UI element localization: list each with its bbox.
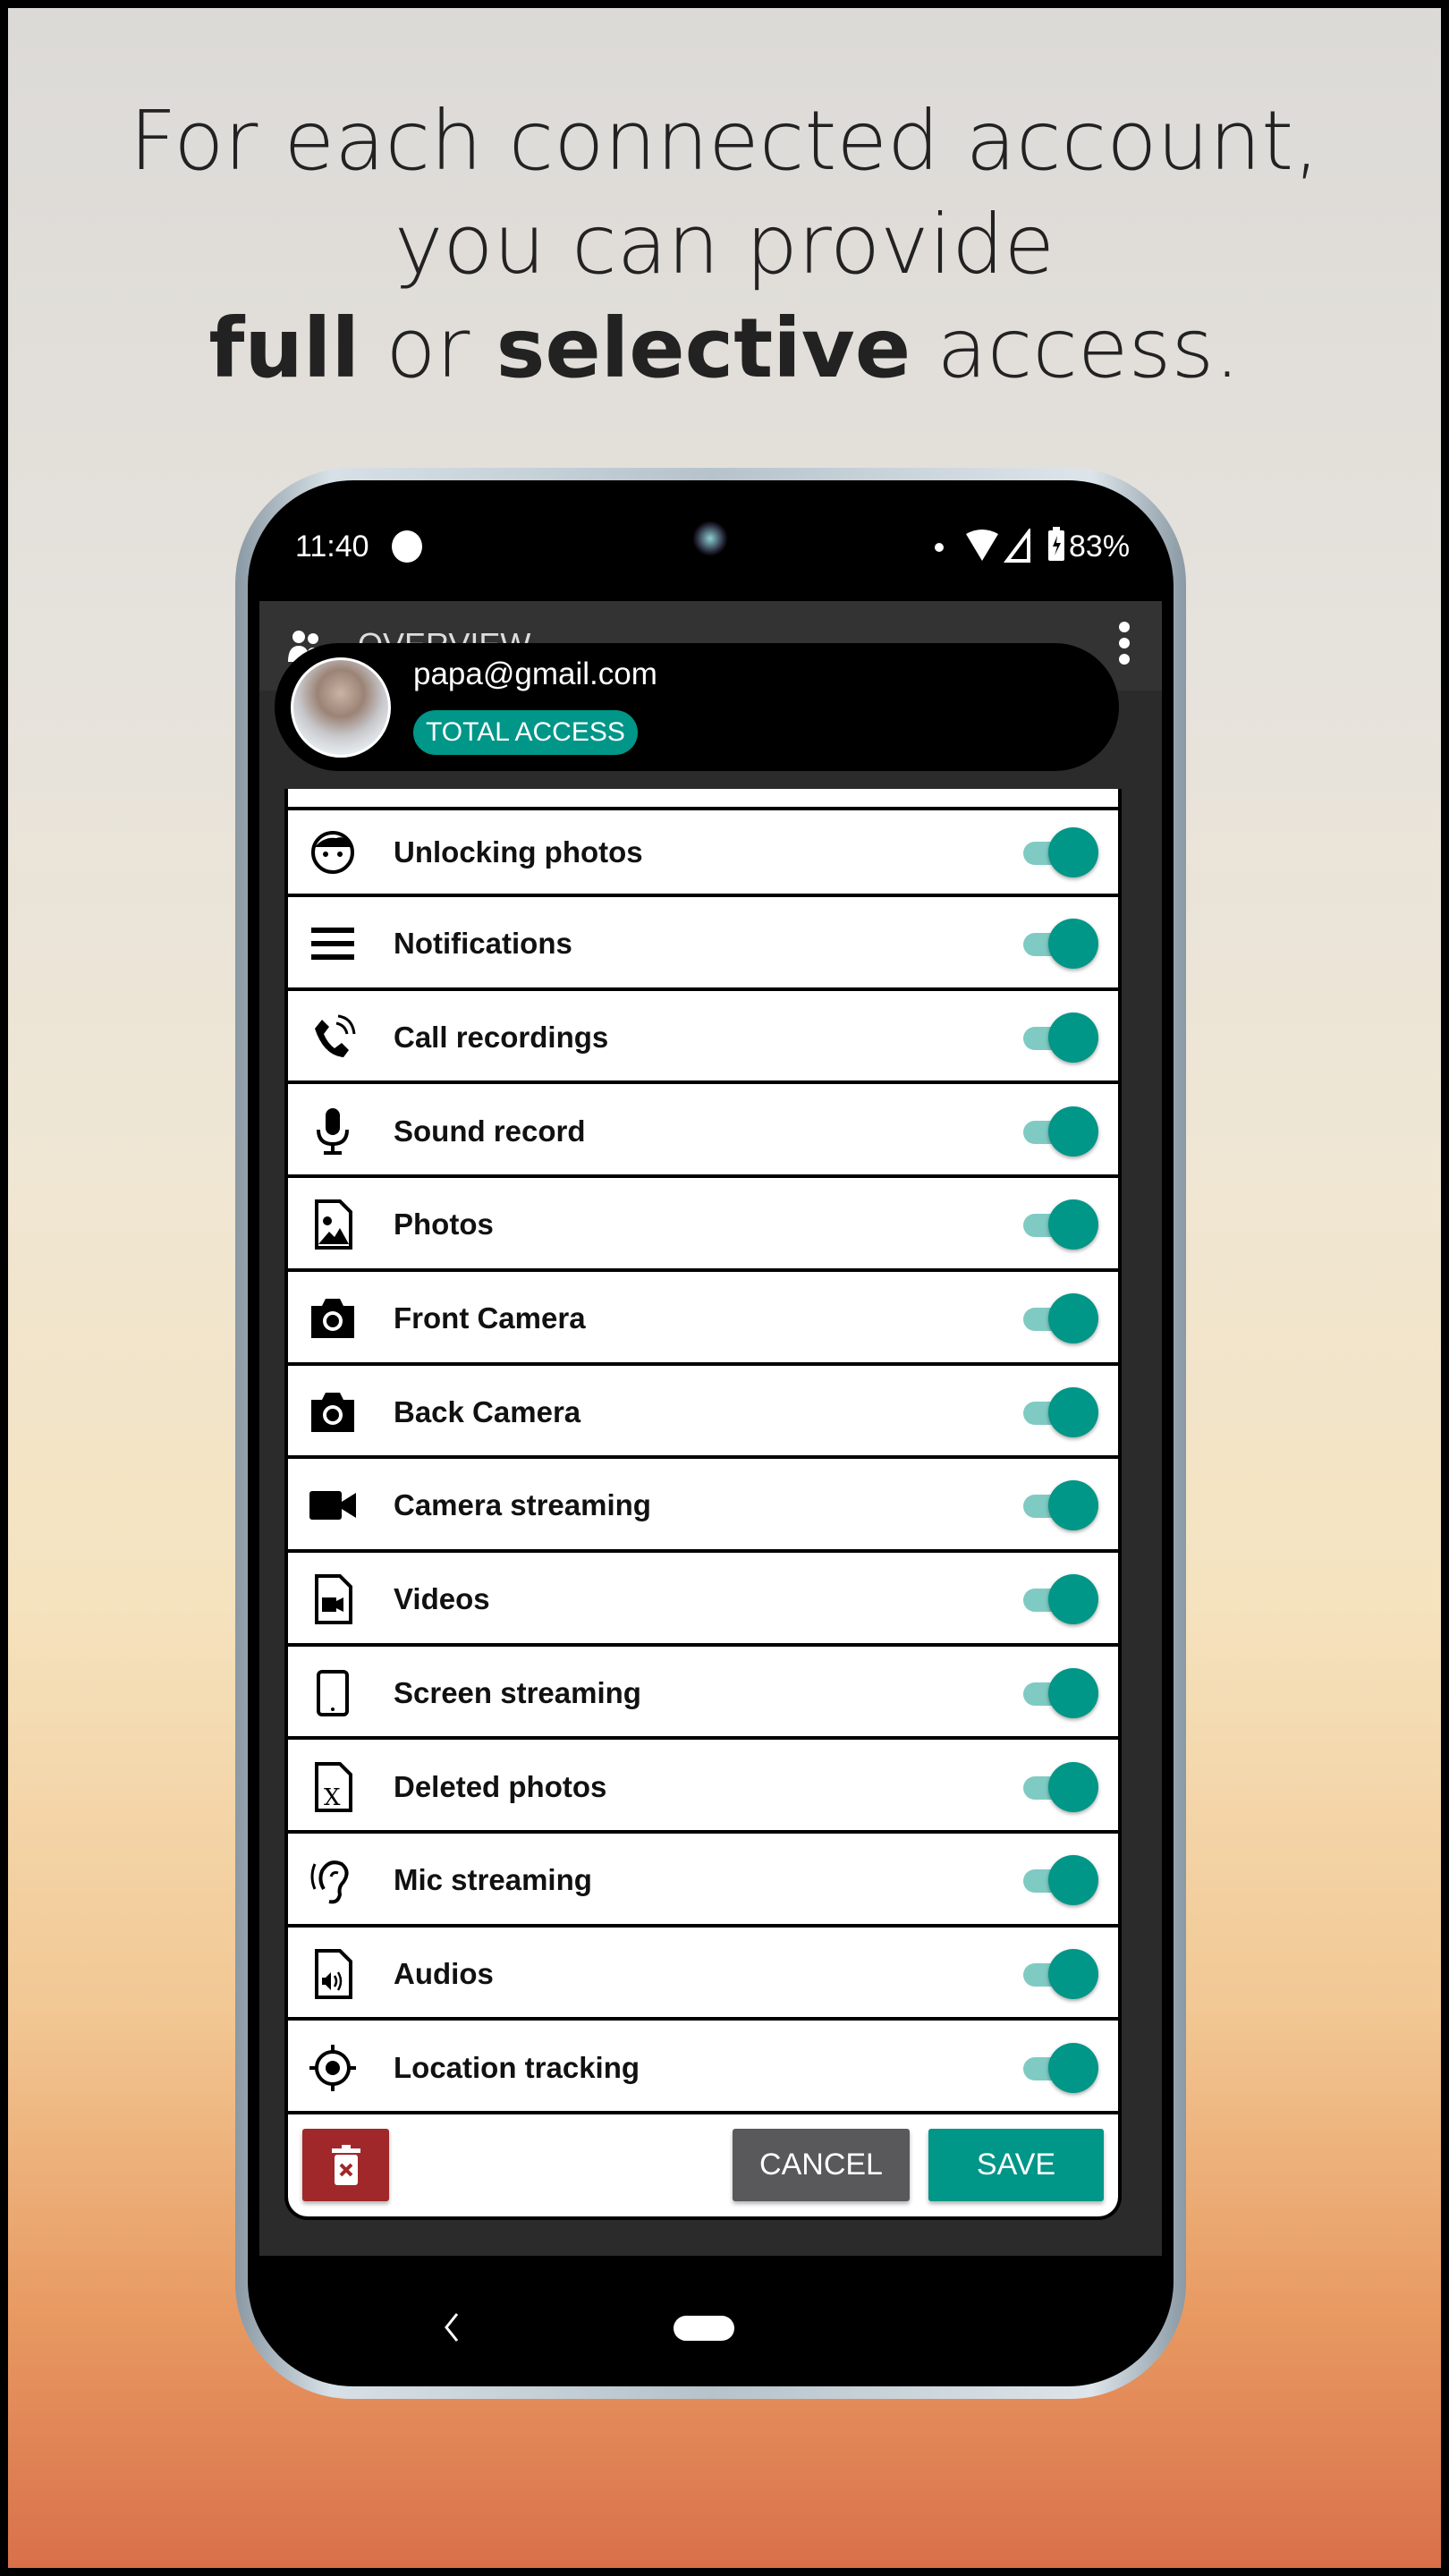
headline-or: or <box>359 301 496 396</box>
more-vert-icon[interactable] <box>1118 621 1131 665</box>
app-notification-icon <box>392 530 422 563</box>
permission-row: Notifications <box>288 901 1118 991</box>
headline-bold-full: full <box>208 301 360 396</box>
permission-toggle[interactable] <box>1023 1011 1098 1064</box>
video-file-icon <box>306 1572 360 1626</box>
permission-row: Front Camera <box>288 1275 1118 1366</box>
permission-label: Front Camera <box>394 1301 586 1335</box>
ear-icon <box>306 1853 360 1907</box>
account-header: papa@gmail.com TOTAL ACCESS <box>275 643 1119 771</box>
permission-row: Sound record <box>288 1088 1118 1179</box>
audio-file-icon <box>306 1947 360 2001</box>
permission-label: Notifications <box>394 927 572 961</box>
permission-row: Videos <box>288 1556 1118 1647</box>
permission-toggle[interactable] <box>1023 1760 1098 1814</box>
permission-label: Screen streaming <box>394 1675 641 1709</box>
crosshair-icon <box>306 2041 360 2095</box>
headline-end: access. <box>911 301 1241 396</box>
camera-icon <box>306 1292 360 1345</box>
status-time: 11:40 <box>295 530 369 564</box>
phone-screen: 11:40 83% OVERVIEW Unlocking photosNotif… <box>259 489 1162 2376</box>
back-icon[interactable] <box>443 2312 461 2343</box>
avatar <box>291 657 391 758</box>
permission-toggle[interactable] <box>1023 1105 1098 1158</box>
permission-toggle[interactable] <box>1023 826 1098 879</box>
permission-row: X Deleted photos <box>288 1743 1118 1834</box>
navigation-bar <box>259 2269 1162 2376</box>
permission-toggle[interactable] <box>1023 1198 1098 1251</box>
wifi-signal-icon <box>966 529 1030 563</box>
camera-icon <box>306 1385 360 1439</box>
permission-row: Photos <box>288 1182 1118 1272</box>
permission-label: Back Camera <box>394 1394 581 1428</box>
account-email: papa@gmail.com <box>413 657 657 691</box>
menu-lines-icon <box>306 917 360 970</box>
headline-line-2: you can provide <box>394 197 1055 292</box>
dot-icon <box>935 543 944 552</box>
phone-frame: 11:40 83% OVERVIEW Unlocking photosNotif… <box>235 468 1186 2399</box>
headline-line-1: For each connected account, <box>129 93 1320 189</box>
video-camera-icon <box>306 1479 360 1532</box>
permission-label: Audios <box>394 1956 494 1990</box>
battery-charging-icon <box>1048 527 1064 561</box>
delete-button[interactable] <box>302 2129 389 2201</box>
save-button[interactable]: SAVE <box>928 2129 1104 2201</box>
permission-label: Videos <box>394 1582 490 1616</box>
image-file-icon <box>306 1198 360 1251</box>
permission-row: Location tracking <box>288 2024 1118 2115</box>
headline: For each connected account, you can prov… <box>0 89 1449 401</box>
permission-row: Call recordings <box>288 994 1118 1085</box>
front-camera <box>692 521 728 556</box>
permission-label: Location tracking <box>394 2050 640 2084</box>
permission-toggle[interactable] <box>1023 1853 1098 1907</box>
permission-label: Unlocking photos <box>394 835 643 869</box>
trash-icon <box>331 2144 360 2185</box>
permissions-dialog: Unlocking photos Notifications Call record… <box>284 789 1122 2220</box>
deleted-file-icon: X <box>306 1760 360 1814</box>
permission-label: Sound record <box>394 1114 586 1148</box>
permission-toggle[interactable] <box>1023 1479 1098 1532</box>
home-button[interactable] <box>674 2316 734 2341</box>
permission-label: Mic streaming <box>394 1863 592 1897</box>
phone-ringing-icon <box>306 1011 360 1064</box>
permission-toggle[interactable] <box>1023 1292 1098 1345</box>
microphone-icon <box>306 1105 360 1158</box>
cancel-button[interactable]: CANCEL <box>733 2129 910 2201</box>
permission-label: Deleted photos <box>394 1769 607 1803</box>
status-bar: 11:40 83% <box>259 489 1162 601</box>
permission-toggle[interactable] <box>1023 1666 1098 1720</box>
svg-text:X: X <box>324 1784 341 1811</box>
headline-bold-selective: selective <box>496 301 911 396</box>
permission-row: Mic streaming <box>288 1837 1118 1928</box>
access-badge: TOTAL ACCESS <box>413 710 638 755</box>
permission-toggle[interactable] <box>1023 2041 1098 2095</box>
permission-toggle[interactable] <box>1023 1385 1098 1439</box>
permission-row: Audios <box>288 1930 1118 2021</box>
permission-toggle[interactable] <box>1023 1947 1098 2001</box>
permission-label: Call recordings <box>394 1020 609 1054</box>
headline-line-3: full or selective access. <box>0 297 1449 401</box>
tablet-icon <box>306 1666 360 1720</box>
permission-row: Unlocking photos <box>288 807 1118 897</box>
battery-percent: 83% <box>1069 530 1131 564</box>
permission-row: Camera streaming <box>288 1462 1118 1553</box>
permission-toggle[interactable] <box>1023 1572 1098 1626</box>
permission-row: Back Camera <box>288 1368 1118 1460</box>
permission-toggle[interactable] <box>1023 917 1098 970</box>
permission-label: Photos <box>394 1208 494 1241</box>
permission-row: Screen streaming <box>288 1649 1118 1741</box>
permission-label: Camera streaming <box>394 1488 651 1522</box>
face-icon <box>306 826 360 879</box>
